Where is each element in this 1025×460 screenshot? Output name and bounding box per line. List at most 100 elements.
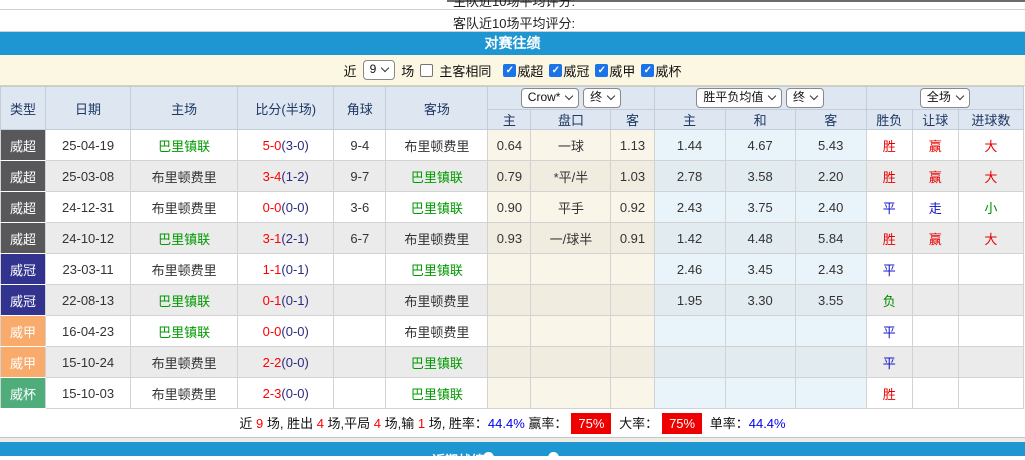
home-team-cell: 巴里镇联 [131, 316, 238, 347]
bottom-bar-radio[interactable] [483, 452, 494, 456]
full-score: 3-4 [263, 169, 282, 184]
home-team-cell: 巴里镇联 [131, 223, 238, 254]
away-team-cell: 布里顿费里 [386, 316, 488, 347]
win-odds-cell [654, 347, 725, 378]
handicap-result-cell: 赢 [912, 223, 958, 254]
lose-odds-cell: 2.43 [795, 254, 866, 285]
date-cell: 15-10-03 [46, 378, 131, 409]
summary-row: 近 9 场, 胜出 4 场,平局 4 场,输 1 场, 胜率：44.4% 赢率：… [0, 409, 1025, 438]
near-label: 近 [344, 61, 357, 80]
home-rating-row: 主队近10场平均评分: [0, 0, 1025, 10]
result-cell: 平 [866, 192, 912, 223]
same-venue-checkbox[interactable] [420, 64, 433, 77]
lose-odds-cell: 2.40 [795, 192, 866, 223]
lose-odds-cell: 3.55 [795, 285, 866, 316]
home-team-cell: 布里顿费里 [131, 161, 238, 192]
score-cell: 3-4(1-2) [238, 161, 334, 192]
date-cell: 22-08-13 [46, 285, 131, 316]
handicap-away-odds-cell [611, 347, 654, 378]
handicap-stage-value: 终 [590, 90, 602, 105]
home-rating-label: 主队近10场平均评分: [453, 0, 575, 10]
handicap-result-cell: 走 [912, 192, 958, 223]
handicap-home-odds-cell [488, 347, 531, 378]
home-team-cell: 布里顿费里 [131, 254, 238, 285]
handicap-line-cell [531, 316, 611, 347]
win-odds-cell: 2.43 [654, 192, 725, 223]
full-score: 0-0 [263, 324, 282, 339]
score-cell: 0-0(0-0) [238, 192, 334, 223]
away-team-cell: 布里顿费里 [386, 285, 488, 316]
draw-odds-cell: 3.75 [725, 192, 795, 223]
half-score: (2-1) [281, 231, 308, 246]
result-cell: 胜 [866, 130, 912, 161]
handicap-group-header: Crow* 终 [488, 87, 654, 110]
goals-result-cell: 大 [958, 130, 1023, 161]
handicap-result-cell: 赢 [912, 130, 958, 161]
league-checkbox-威甲[interactable] [595, 64, 608, 77]
away-team-cell: 巴里镇联 [386, 192, 488, 223]
summary-part: 44.4% [488, 416, 525, 431]
col-header-corner: 角球 [334, 87, 386, 130]
league-checkbox-威杯[interactable] [641, 64, 654, 77]
type-cell: 威超 [1, 130, 46, 161]
corner-cell: 9-7 [334, 161, 386, 192]
corner-cell [334, 316, 386, 347]
match-row: 威杯15-10-03布里顿费里2-3(0-0)巴里镇联胜 [1, 378, 1024, 409]
handicap-home-odds-cell: 0.64 [488, 130, 531, 161]
result-cell: 胜 [866, 378, 912, 409]
sub-header-result: 胜负 [866, 110, 912, 130]
summary-part: 大率： [615, 416, 658, 431]
score-cell: 0-1(0-1) [238, 285, 334, 316]
half-score: (0-0) [281, 355, 308, 370]
bottom-section-bar: 近期战绩 [0, 442, 1025, 456]
chevron-down-icon [956, 92, 964, 100]
win-odds-cell: 1.42 [654, 223, 725, 254]
goals-result-cell [958, 285, 1023, 316]
date-cell: 23-03-11 [46, 254, 131, 285]
draw-odds-cell [725, 347, 795, 378]
corner-cell [334, 378, 386, 409]
handicap-result-cell [912, 316, 958, 347]
away-rating-label: 客队近10场平均评分: [453, 13, 575, 32]
league-checkbox-威冠[interactable] [549, 64, 562, 77]
home-team-cell: 布里顿费里 [131, 347, 238, 378]
bottom-bar-radio[interactable] [548, 452, 559, 456]
match-row: 威冠22-08-13巴里镇联0-1(0-1)布里顿费里1.953.303.55负 [1, 285, 1024, 316]
goals-result-cell [958, 347, 1023, 378]
wdl-group-header: 胜平负均值 终 [654, 87, 866, 110]
handicap-away-odds-cell: 1.03 [611, 161, 654, 192]
sub-header-win: 主 [654, 110, 725, 130]
section-header: 对赛往绩 [0, 32, 1025, 55]
goals-result-cell [958, 378, 1023, 409]
match-row: 威甲16-04-23巴里镇联0-0(0-0)布里顿费里平 [1, 316, 1024, 347]
corner-cell: 3-6 [334, 192, 386, 223]
chevron-down-icon [381, 64, 389, 72]
col-header-type: 类型 [1, 87, 46, 130]
league-checkbox-威超[interactable] [503, 64, 516, 77]
score-cell: 3-1(2-1) [238, 223, 334, 254]
date-cell: 24-12-31 [46, 192, 131, 223]
odds-company-select[interactable]: Crow* [521, 88, 580, 108]
bottom-bar-title: 近期战绩 [432, 450, 484, 456]
result-cell: 胜 [866, 223, 912, 254]
wdl-stage-select[interactable]: 终 [786, 88, 824, 108]
score-cell: 0-0(0-0) [238, 316, 334, 347]
handicap-away-odds-cell: 0.92 [611, 192, 654, 223]
wdl-average-select[interactable]: 胜平负均值 [696, 88, 782, 108]
match-row: 威超25-04-19巴里镇联5-0(3-0)9-4布里顿费里0.64一球1.13… [1, 130, 1024, 161]
handicap-away-odds-cell: 1.13 [611, 130, 654, 161]
goals-result-cell: 小 [958, 192, 1023, 223]
handicap-home-odds-cell: 0.90 [488, 192, 531, 223]
full-score: 2-2 [263, 355, 282, 370]
handicap-stage-select[interactable]: 终 [583, 88, 621, 108]
lose-odds-cell: 5.84 [795, 223, 866, 254]
scope-select[interactable]: 全场 [920, 88, 970, 108]
lose-odds-cell: 2.20 [795, 161, 866, 192]
half-score: (1-2) [281, 169, 308, 184]
half-score: (0-0) [281, 324, 308, 339]
summary-part: 44.4% [749, 416, 786, 431]
home-team-cell: 巴里镇联 [131, 285, 238, 316]
handicap-line-cell: 平手 [531, 192, 611, 223]
match-count-select[interactable]: 9 [363, 60, 396, 80]
handicap-away-odds-cell [611, 316, 654, 347]
